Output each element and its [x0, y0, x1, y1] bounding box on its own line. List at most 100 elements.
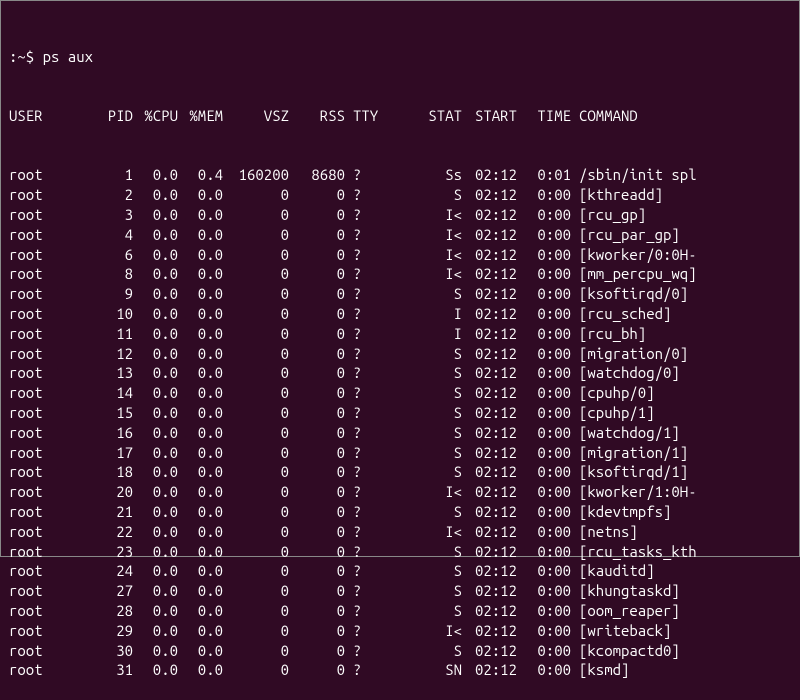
- cell-time: 0:00: [517, 403, 571, 423]
- cell-rss: 0: [289, 205, 345, 225]
- cell-rss: 0: [289, 344, 345, 364]
- cell-mem: 0.0: [178, 601, 223, 621]
- cell-tty: ?: [345, 383, 381, 403]
- cell-command: [rcu_par_gp]: [571, 225, 791, 245]
- cell-rss: 0: [289, 502, 345, 522]
- cell-rss: 0: [289, 621, 345, 641]
- cell-pid: 17: [81, 443, 133, 463]
- terminal-output[interactable]: :~$ ps aux USER PID %CPU %MEM VSZ RSS TT…: [9, 7, 791, 700]
- cell-vsz: 0: [223, 264, 289, 284]
- cell-rss: 8680: [289, 165, 345, 185]
- cell-start: 02:12: [462, 542, 517, 562]
- cell-tty: ?: [345, 542, 381, 562]
- cell-time: 0:00: [517, 660, 571, 680]
- cell-pid: 13: [81, 363, 133, 383]
- cell-start: 02:12: [462, 502, 517, 522]
- cell-command: [mm_percpu_wq]: [571, 264, 791, 284]
- cell-pid: 6: [81, 245, 133, 265]
- cell-command: [kthreadd]: [571, 185, 791, 205]
- cell-rss: 0: [289, 660, 345, 680]
- process-row: root200.00.000?I<02:120:00[kworker/1:0H-: [9, 482, 791, 502]
- cell-vsz: 0: [223, 423, 289, 443]
- cell-tty: ?: [345, 185, 381, 205]
- col-header-rss: RSS: [289, 106, 345, 126]
- cell-user: root: [9, 660, 81, 680]
- cell-start: 02:12: [462, 641, 517, 661]
- cell-rss: 0: [289, 542, 345, 562]
- cell-start: 02:12: [462, 581, 517, 601]
- cell-cpu: 0.0: [133, 641, 178, 661]
- cell-user: root: [9, 304, 81, 324]
- cell-rss: 0: [289, 522, 345, 542]
- process-row: root150.00.000?S02:120:00[cpuhp/1]: [9, 403, 791, 423]
- cell-tty: ?: [345, 522, 381, 542]
- cell-cpu: 0.0: [133, 621, 178, 641]
- cell-stat: S: [381, 423, 462, 443]
- cell-time: 0:00: [517, 185, 571, 205]
- cell-cpu: 0.0: [133, 443, 178, 463]
- cell-vsz: 0: [223, 205, 289, 225]
- cell-pid: 10: [81, 304, 133, 324]
- cell-time: 0:00: [517, 383, 571, 403]
- cell-pid: 31: [81, 660, 133, 680]
- cell-user: root: [9, 621, 81, 641]
- cell-cpu: 0.0: [133, 264, 178, 284]
- cell-rss: 0: [289, 324, 345, 344]
- process-row: root310.00.000?SN02:120:00[ksmd]: [9, 660, 791, 680]
- process-row: root60.00.000?I<02:120:00[kworker/0:0H-: [9, 245, 791, 265]
- cell-rss: 0: [289, 443, 345, 463]
- cell-vsz: 0: [223, 462, 289, 482]
- cell-user: root: [9, 185, 81, 205]
- cell-pid: 1: [81, 165, 133, 185]
- cell-mem: 0.0: [178, 482, 223, 502]
- cell-start: 02:12: [462, 443, 517, 463]
- cell-pid: 11: [81, 324, 133, 344]
- cell-mem: 0.0: [178, 264, 223, 284]
- cell-pid: 8: [81, 264, 133, 284]
- cell-tty: ?: [345, 165, 381, 185]
- cell-vsz: 0: [223, 542, 289, 562]
- cell-rss: 0: [289, 641, 345, 661]
- col-header-start: START: [462, 106, 517, 126]
- cell-pid: 15: [81, 403, 133, 423]
- cell-vsz: 0: [223, 304, 289, 324]
- cell-command: [watchdog/1]: [571, 423, 791, 443]
- cell-stat: Ss: [381, 165, 462, 185]
- cell-time: 0:00: [517, 581, 571, 601]
- cell-command: [kworker/1:0H-: [571, 482, 791, 502]
- cell-tty: ?: [345, 403, 381, 423]
- cell-vsz: 0: [223, 383, 289, 403]
- cell-command: [cpuhp/0]: [571, 383, 791, 403]
- process-row: root280.00.000?S02:120:00[oom_reaper]: [9, 601, 791, 621]
- cell-start: 02:12: [462, 601, 517, 621]
- cell-vsz: 0: [223, 601, 289, 621]
- cell-tty: ?: [345, 363, 381, 383]
- cell-tty: ?: [345, 344, 381, 364]
- cell-command: [netns]: [571, 522, 791, 542]
- cell-mem: 0.0: [178, 561, 223, 581]
- cell-pid: 23: [81, 542, 133, 562]
- cell-start: 02:12: [462, 304, 517, 324]
- cell-cpu: 0.0: [133, 462, 178, 482]
- cell-tty: ?: [345, 621, 381, 641]
- cell-tty: ?: [345, 264, 381, 284]
- cell-tty: ?: [345, 423, 381, 443]
- cell-stat: I<: [381, 482, 462, 502]
- cell-command: [rcu_gp]: [571, 205, 791, 225]
- col-header-time: TIME: [517, 106, 571, 126]
- cell-mem: 0.0: [178, 641, 223, 661]
- cell-stat: S: [381, 561, 462, 581]
- cell-vsz: 0: [223, 245, 289, 265]
- cell-start: 02:12: [462, 383, 517, 403]
- cell-pid: 22: [81, 522, 133, 542]
- cell-pid: 16: [81, 423, 133, 443]
- process-row: root160.00.000?S02:120:00[watchdog/1]: [9, 423, 791, 443]
- cell-start: 02:12: [462, 344, 517, 364]
- cell-cpu: 0.0: [133, 284, 178, 304]
- cell-vsz: 0: [223, 324, 289, 344]
- cell-time: 0:00: [517, 225, 571, 245]
- cell-stat: I<: [381, 621, 462, 641]
- col-header-vsz: VSZ: [223, 106, 289, 126]
- cell-start: 02:12: [462, 561, 517, 581]
- cell-cpu: 0.0: [133, 165, 178, 185]
